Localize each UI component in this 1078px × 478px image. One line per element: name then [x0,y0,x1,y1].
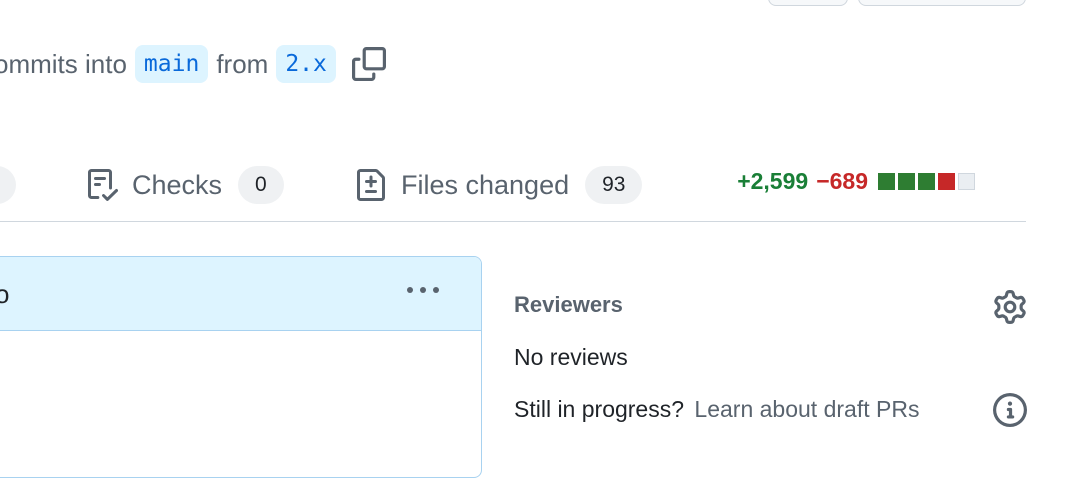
comment-header-text: o [0,279,9,310]
comment-header: o [0,257,481,331]
no-reviews-text: No reviews [514,344,628,370]
diffstat-blocks [878,173,978,190]
info-icon[interactable] [993,393,1027,432]
kebab-horizontal-icon[interactable] [405,283,441,301]
reviewers-heading[interactable]: Reviewers [514,292,623,318]
diffstat-block-added [898,173,915,190]
merge-text-before: ommits into [0,48,127,79]
tab-checks-count: 0 [238,166,284,204]
tab-checks[interactable]: Checks 0 [86,160,284,210]
diffstat-block-added [918,173,935,190]
top-action-button-2[interactable] [858,0,1026,6]
tab-files-count: 93 [585,166,643,204]
tab-checks-label: Checks [132,169,223,200]
copy-icon[interactable] [351,47,386,81]
merge-summary: ommits into main from 2.x [0,42,386,86]
head-branch[interactable]: 2.x [276,45,336,83]
diffstat: +2,599 −689 [737,168,978,195]
diffstat-deletions: −689 [816,168,868,194]
file-diff-icon [357,169,385,201]
pr-tabs: Checks 0 Files changed 93 +2,599 −689 [0,160,1030,222]
base-branch[interactable]: main [134,45,209,83]
tab-files-changed[interactable]: Files changed 93 [355,160,643,210]
draft-prs-link[interactable]: Learn about draft PRs [694,396,919,422]
tab-counter-clipped [0,166,16,204]
draft-prompt: Still in progress? [514,396,685,422]
diffstat-block-added [878,173,895,190]
timeline-comment-box: o [0,256,482,478]
top-action-button-1[interactable] [768,0,848,6]
draft-hint: Still in progress? Learn about draft PRs [514,396,919,423]
diffstat-additions: +2,599 [737,168,809,194]
merge-text-middle: from [216,48,269,79]
checklist-icon [88,169,118,201]
tab-files-label: Files changed [401,169,570,200]
tabs-divider [0,221,1026,222]
diffstat-block-deleted [938,173,955,190]
gear-icon[interactable] [993,290,1027,329]
diffstat-block-neutral [958,173,975,190]
